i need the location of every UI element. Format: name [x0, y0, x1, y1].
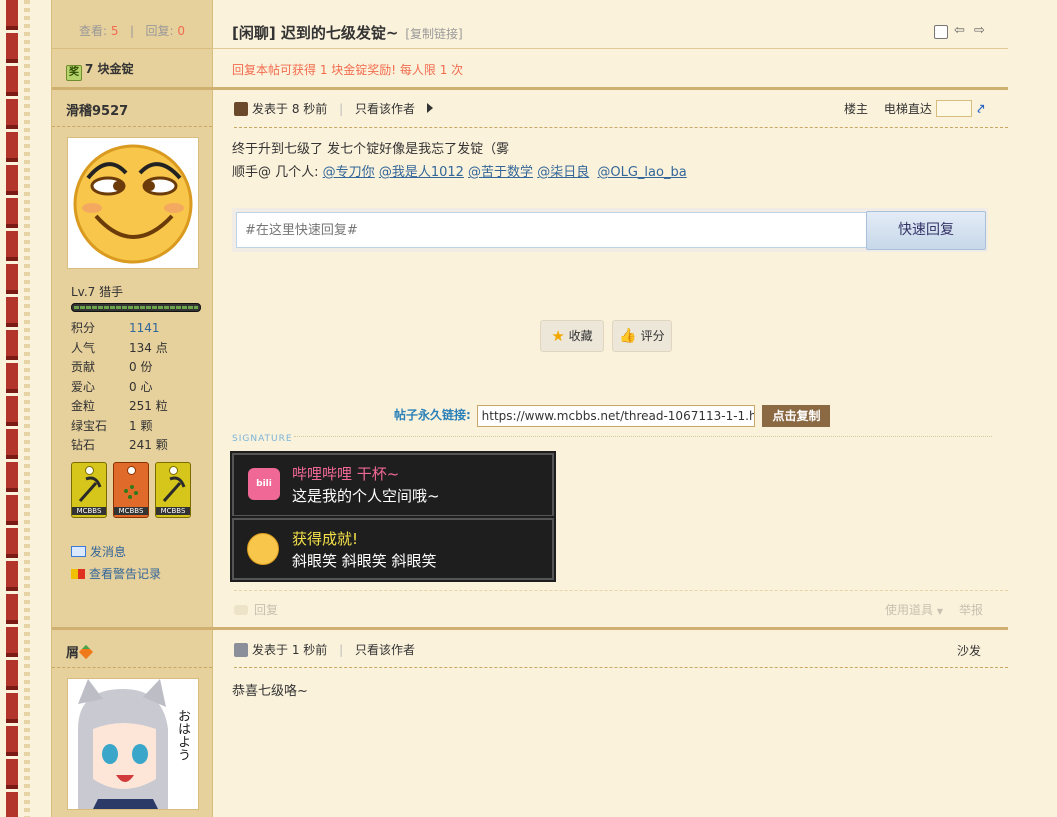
send-message-link[interactable]: 发消息 [71, 543, 126, 560]
post-time: 发表于 8 秒前 [252, 102, 328, 116]
smirk-face-icon [247, 533, 279, 565]
stat-row: 爱心 0 心 [71, 379, 153, 394]
score-link[interactable]: 1141 [129, 321, 160, 335]
thread-title-row: [闲聊] 迟到的七级发锭~ [复制链接] [232, 22, 463, 44]
permalink-row: 帖子永久链接: https://www.mcbbs.net/thread-106… [394, 404, 831, 427]
permalink-input[interactable]: https://www.mcbbs.net/thread-1067113-1-1… [476, 404, 755, 427]
quick-reply-button[interactable]: 快速回复 [866, 211, 986, 250]
achievement-text: 斜眼笑 斜眼笑 斜眼笑 [292, 552, 437, 570]
post-main: [闲聊] 迟到的七级发锭~ [复制链接] ⇦ ⇨ 回复本帖可获得 1 块金锭奖励… [212, 0, 1008, 817]
next-thread-icon[interactable]: ⇨ [974, 24, 985, 38]
border-rail [6, 0, 18, 817]
post-meta-2: 发表于 1 秒前 | 只看该作者 [234, 642, 415, 658]
envelope-icon [71, 546, 86, 557]
mention-link[interactable]: @柒日良 [537, 165, 589, 180]
post-time: 发表于 1 秒前 [252, 643, 328, 657]
medal-redstone-icon[interactable]: MCBBS [113, 462, 149, 518]
post-sidebar: 查看: 5 | 回复: 0 奖7 块金锭 滑稽9527 Lv.7 猎手 积分 11 [51, 0, 213, 817]
signature-title: 哔哩哔哩 干杯~ [292, 465, 400, 483]
use-item-link[interactable]: 使用道具 ▼ [885, 601, 943, 618]
author-mini-avatar-icon [234, 102, 248, 116]
replies-value: 0 [177, 24, 185, 38]
print-icon[interactable] [934, 25, 948, 39]
stat-row: 绿宝石 1 颗 [71, 418, 153, 433]
mention-link[interactable]: @OLG_lao_ba [597, 165, 686, 180]
thumbs-up-icon: 👍 [619, 328, 637, 344]
signature-label: SIGNATURE [232, 430, 992, 444]
reward-icon: 奖 [66, 65, 82, 81]
copy-permalink-button[interactable]: 点击复制 [762, 404, 831, 427]
author-name[interactable]: 滑稽9527 [66, 100, 128, 119]
permalink-label: 帖子永久链接: [394, 408, 471, 422]
carrot-icon [78, 644, 94, 660]
previous-thread-icon[interactable]: ⇦ [954, 24, 965, 38]
content-line: 终于升到七级了 发七个锭好像是我忘了发锭（雾 [232, 142, 510, 157]
favorite-button[interactable]: ★ 收藏 [540, 320, 604, 352]
user-level: Lv.7 猎手 [71, 285, 124, 299]
level-progress-bar [71, 303, 201, 312]
signature-text: 这是我的个人空间哦~ [292, 487, 440, 505]
reward-text: 7 块金锭 [85, 62, 134, 76]
author-mini-avatar-icon-2 [234, 643, 248, 657]
thread-title: [闲聊] 迟到的七级发锭~ [232, 24, 399, 42]
star-icon: ★ [551, 327, 565, 345]
quick-reply-area: 快速回复 [232, 208, 988, 252]
thread-tools: ⇦ ⇨ [932, 24, 992, 40]
medal-pickaxe-2-icon[interactable]: MCBBS [155, 462, 191, 518]
floor-label: 楼主 [844, 102, 869, 116]
copy-link[interactable]: [复制链接] [405, 27, 462, 41]
avatar-smirk-face [73, 144, 193, 264]
decorative-border [0, 0, 50, 817]
only-author-link[interactable]: 只看该作者 [355, 643, 415, 657]
replies-label: 回复: [145, 24, 174, 38]
warning-log-link[interactable]: 查看警告记录 [71, 565, 161, 582]
signature-card-achievement[interactable]: 获得成就! 斜眼笑 斜眼笑 斜眼笑 [232, 518, 554, 580]
rate-button[interactable]: 👍 评分 [612, 320, 672, 352]
views-label: 查看: [79, 24, 108, 38]
jump-label: 电梯直达 [883, 102, 932, 116]
thread-stats: 查看: 5 | 回复: 0 [79, 24, 185, 38]
triangle-right-icon[interactable] [426, 103, 433, 113]
avatar-text: おはよう [175, 709, 190, 761]
report-link[interactable]: 举报 [959, 601, 983, 618]
reply-link[interactable]: 回复 [234, 601, 278, 618]
chevron-down-icon: ▼ [936, 607, 943, 616]
stat-row: 人气 134 点 [71, 340, 168, 355]
floor-tools: 楼主 电梯直达 ⤤ [844, 100, 984, 118]
post-meta: 发表于 8 秒前 | 只看该作者 [234, 101, 433, 117]
jump-go-icon[interactable]: ⤤ [978, 100, 985, 118]
warning-card-icon [71, 569, 85, 579]
border-rail-dots [24, 0, 30, 817]
thread-reward: 奖7 块金锭 [66, 60, 134, 81]
post-content-2: 恭喜七级咯~ [232, 684, 308, 699]
floor-label-2: 沙发 [957, 644, 982, 658]
medals: MCBBS MCBBS MCBBS [71, 462, 201, 518]
only-author-link[interactable]: 只看该作者 [355, 102, 415, 116]
mention-link[interactable]: @专刀你 [323, 165, 375, 180]
signature-card-bilibili[interactable]: bili 哔哩哔哩 干杯~ 这是我的个人空间哦~ [232, 453, 554, 517]
achievement-title: 获得成就! [292, 530, 359, 548]
jump-floor-input[interactable] [935, 100, 972, 117]
avatar[interactable] [67, 137, 199, 269]
mention-link[interactable]: @苦于数学 [468, 165, 533, 180]
content-line: 顺手@ 几个人: @专刀你 @我是人1012 @苦于数学 @柒日良 @OLG_l… [232, 165, 687, 180]
stat-row: 积分 1141 [71, 321, 160, 335]
post-content: 终于升到七级了 发七个锭好像是我忘了发锭（雾 顺手@ 几个人: @专刀你 @我是… [232, 138, 992, 184]
stat-row: 贡献 0 份 [71, 360, 153, 374]
mention-link[interactable]: @我是人1012 [379, 165, 464, 180]
medal-pickaxe-icon[interactable]: MCBBS [71, 462, 107, 518]
stat-row: 金粒 251 粒 [71, 399, 168, 413]
user-stats: 积分 1141 人气 134 点 贡献 0 份 爱心 0 心 金粒 251 粒 绿宝石 1 … [71, 319, 201, 456]
quick-reply-input[interactable] [236, 212, 868, 248]
bilibili-icon: bili [248, 468, 280, 500]
reply-bubble-icon [234, 605, 248, 615]
views-value: 5 [110, 24, 119, 38]
stat-row: 钻石 241 颗 [71, 438, 168, 452]
author-name-2[interactable]: 屑 [66, 642, 94, 661]
avatar-2[interactable]: おはよう [67, 678, 199, 810]
reward-notice: 回复本帖可获得 1 块金锭奖励! 每人限 1 次 [232, 63, 464, 77]
